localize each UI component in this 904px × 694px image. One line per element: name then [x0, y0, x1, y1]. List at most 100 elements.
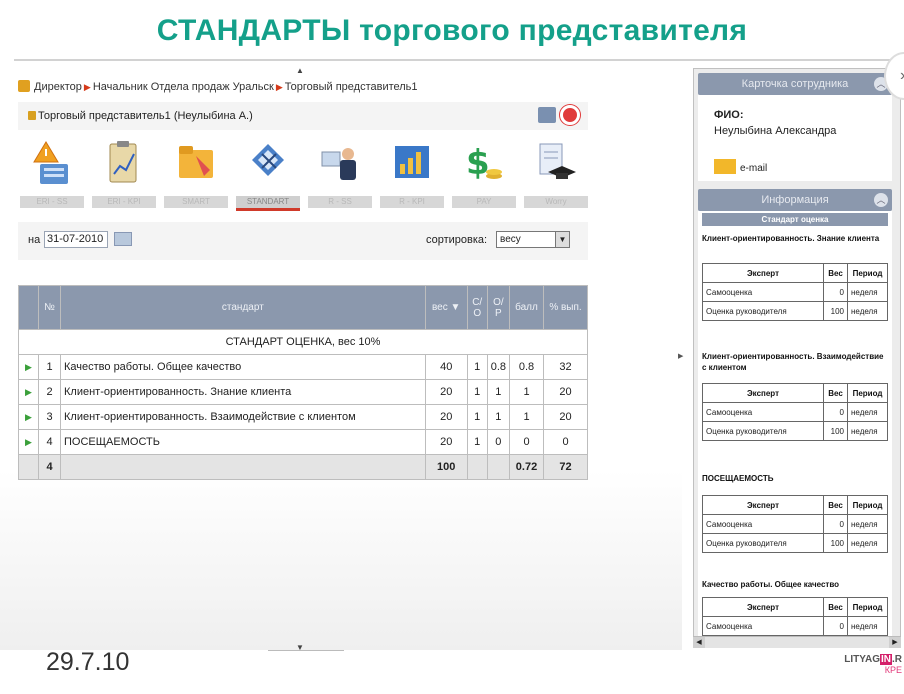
tab-eri-kpi[interactable]: ERI - KPI: [90, 136, 156, 214]
table-row[interactable]: ▶ 2 Клиент-ориентированность. Знание кли…: [18, 379, 588, 405]
bottom-divider: [268, 650, 344, 651]
target-icon[interactable]: [560, 105, 580, 125]
expand-arrow-icon[interactable]: ▶: [18, 404, 39, 430]
expand-arrow-icon[interactable]: ▶: [18, 429, 39, 455]
clipboard-chart-icon: [109, 141, 137, 183]
employee-card-header[interactable]: Карточка сотрудника ︿: [698, 73, 892, 95]
col-op[interactable]: О/Р: [486, 285, 511, 330]
breadcrumb-arrow-icon: ▶: [275, 82, 283, 92]
user-icon: [28, 111, 36, 120]
chevron-down-icon: ▼: [555, 232, 569, 247]
col-weight[interactable]: вес ▼: [424, 285, 468, 330]
col-so[interactable]: С/О: [466, 285, 488, 330]
expert-table: Эксперт Вес Период Самооценка 0 неделя Оценк…: [702, 383, 888, 441]
compass-ruler-icon: [252, 144, 284, 176]
table-row[interactable]: ▶ 4 ПОСЕЩАЕМОСТЬ 20 1 0 0 0: [18, 429, 588, 455]
collapse-arrow-icon[interactable]: ▶: [678, 352, 683, 360]
breadcrumb-arrow-icon: ▶: [83, 82, 91, 92]
table-row: Оценка руководителя 100 неделя: [702, 533, 888, 553]
sort-desc-icon: ▼: [450, 302, 461, 313]
col-num: №: [38, 285, 61, 330]
total-row: 4 100 0.72 72: [18, 454, 588, 480]
table-row[interactable]: ▶ 1 Качество работы. Общее качество 40 1…: [18, 354, 588, 380]
tab-label: PAY: [452, 196, 516, 208]
col-pct[interactable]: % вып.: [543, 285, 588, 330]
section-title: Клиент-ориентированность. Знание клиента: [702, 234, 880, 243]
bar-chart-icon: [395, 146, 429, 178]
breadcrumb-item-sales-rep[interactable]: Торговый представитель1: [285, 81, 418, 93]
employee-bar: Торговый представитель1 (Неулыбина А.): [18, 102, 588, 130]
print-icon[interactable]: [538, 107, 556, 123]
fio-value: Неулыбина Александра: [714, 125, 837, 137]
side-panel: Карточка сотрудника ︿ ФИО: Неулыбина Але…: [693, 68, 901, 648]
svg-text:$: $: [466, 143, 490, 183]
col-score[interactable]: балл: [509, 285, 544, 330]
tab-label: R - SS: [308, 196, 372, 208]
filter-bar: на 31-07-2010 сортировка: весу ▼: [18, 222, 588, 260]
standards-table: № стандарт вес ▼ С/О О/Р балл % вып. СТА…: [18, 285, 588, 480]
down-arrow-icon: ▼: [296, 643, 304, 652]
meeting-icon: [321, 148, 356, 180]
calendar-icon[interactable]: [114, 232, 132, 246]
sort-label: сортировка:: [426, 234, 488, 246]
total-count: 4: [38, 454, 61, 480]
module-toolbar: ERI - SS ERI - KPI SMART STANDART R - SS…: [18, 136, 588, 214]
tab-pay[interactable]: $ PAY: [450, 136, 516, 214]
employee-card: ФИО: Неулыбина Александра e-mail: [698, 95, 892, 181]
info-header[interactable]: Информация ︿: [698, 189, 892, 211]
expand-arrow-icon[interactable]: ▶: [18, 379, 39, 405]
title-divider: [14, 59, 894, 61]
tab-eri-ss[interactable]: ERI - SS: [18, 136, 84, 214]
breadcrumb-item-sales-head[interactable]: Начальник Отдела продаж Уральск: [93, 81, 274, 93]
total-pct: 72: [543, 454, 588, 480]
tab-standart[interactable]: STANDART: [234, 136, 300, 214]
standard-name: Клиент-ориентированность. Знание клиента: [60, 379, 426, 405]
scroll-left-icon[interactable]: ◀: [693, 637, 705, 648]
tab-r-kpi[interactable]: R - KPI: [378, 136, 444, 214]
tab-label: STANDART: [236, 196, 300, 211]
expert-table: Эксперт Вес Период Самооценка 0 неделя Оценк…: [702, 495, 888, 553]
table-row: Самооценка 0 неделя: [702, 514, 888, 534]
table-row: Оценка руководителя 100 неделя: [702, 421, 888, 441]
col-standard[interactable]: стандарт: [60, 285, 426, 330]
tab-label: SMART: [164, 196, 228, 208]
col-arrow: [18, 285, 39, 330]
fio-label: ФИО:: [714, 109, 744, 121]
scroll-right-icon[interactable]: ▶: [889, 637, 901, 648]
standard-name: Качество работы. Общее качество: [60, 354, 426, 380]
section-title: Клиент-ориентированность. Взаимодействие…: [702, 352, 884, 372]
sort-select[interactable]: весу ▼: [496, 231, 570, 248]
watermark-logo: LITYAGIN.R КРЕ: [844, 654, 902, 675]
slide-title: СТАНДАРТЫ торгового представителя: [156, 14, 748, 47]
tab-smart[interactable]: SMART: [162, 136, 228, 214]
tab-label: R - KPI: [380, 196, 444, 208]
date-label: на: [28, 234, 41, 246]
date-input[interactable]: 31-07-2010: [44, 231, 108, 248]
expert-table: Эксперт Вес Период Самооценка 0 неделя Оценк…: [702, 263, 888, 321]
mail-icon[interactable]: [714, 159, 736, 174]
info-subheader: Стандарт оценка: [702, 213, 888, 226]
table-row[interactable]: ▶ 3 Клиент-ориентированность. Взаимодейс…: [18, 404, 588, 430]
group-row: СТАНДАРТ ОЦЕНКА, вес 10%: [18, 329, 588, 355]
folder-icon: [179, 146, 213, 178]
expert-table: Эксперт Вес Период Самооценка 0 неделя: [702, 597, 888, 636]
tab-r-ss[interactable]: R - SS: [306, 136, 372, 214]
collapse-icon[interactable]: ︿: [874, 193, 888, 207]
info-panel: Стандарт оценка Клиент-ориентированность…: [698, 211, 892, 637]
org-chart-icon: [18, 80, 30, 92]
section-title: Качество работы. Общее качество: [702, 580, 840, 589]
tab-worry[interactable]: Worry: [522, 136, 588, 214]
tab-label: ERI - KPI: [92, 196, 156, 208]
tab-label: Worry: [524, 196, 588, 208]
breadcrumb-item-director[interactable]: Директор: [34, 81, 82, 93]
tab-label: ERI - SS: [20, 196, 84, 208]
total-weight: 100: [424, 454, 468, 480]
standard-name: Клиент-ориентированность. Взаимодействие…: [60, 404, 426, 430]
horizontal-scrollbar[interactable]: ◀ ▶: [693, 636, 901, 648]
table-row: Самооценка 0 неделя: [702, 616, 888, 636]
standard-name: ПОСЕЩАЕМОСТЬ: [60, 429, 426, 455]
expand-arrow-icon[interactable]: ▶: [18, 354, 39, 380]
total-score: 0.72: [509, 454, 544, 480]
email-link[interactable]: e-mail: [740, 163, 767, 174]
graduation-cap-icon: [539, 143, 576, 179]
